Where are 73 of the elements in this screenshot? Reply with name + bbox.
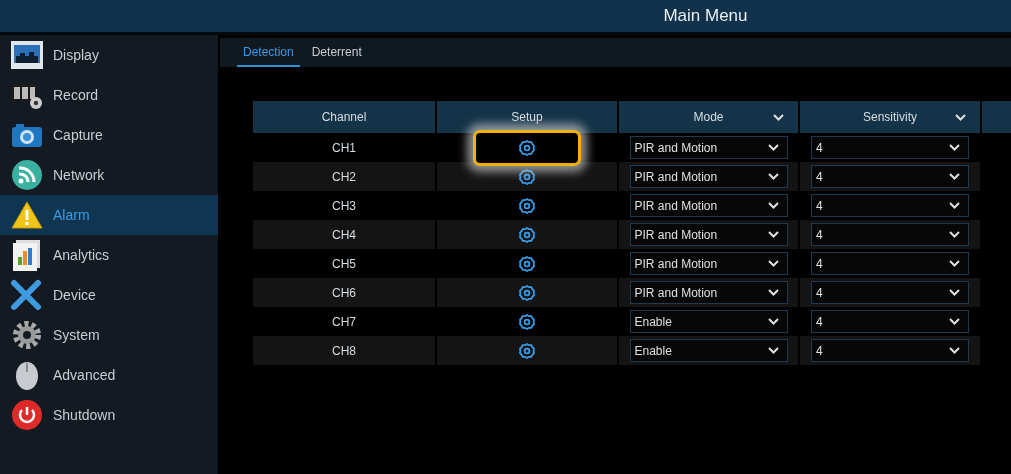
settings-icon[interactable] xyxy=(519,139,535,156)
dropdown-field[interactable]: 4 xyxy=(811,136,969,159)
chevron-icon xyxy=(773,114,784,121)
dropdown-field[interactable]: 4 xyxy=(811,310,969,333)
column-header: Setup xyxy=(437,101,617,133)
sidebar-item[interactable]: Record xyxy=(0,75,218,115)
chevron-icon xyxy=(949,347,960,354)
chevron-icon xyxy=(767,144,779,151)
dropdown-field[interactable]: PIR and Motion xyxy=(629,281,788,304)
chevron-icon xyxy=(767,202,779,209)
sidebar-item[interactable]: Shutdown xyxy=(0,395,218,435)
dropdown-field[interactable]: 4 xyxy=(811,165,969,188)
settings-icon[interactable] xyxy=(519,342,535,359)
power-icon xyxy=(10,399,44,431)
chevron-icon xyxy=(949,144,960,151)
settings-icon[interactable] xyxy=(519,197,535,214)
chevron-icon xyxy=(955,114,966,121)
sidebar-item[interactable]: Capture xyxy=(0,115,218,155)
warning-icon xyxy=(10,200,44,230)
chevron-icon xyxy=(767,231,779,238)
chevron-icon xyxy=(767,318,779,325)
dropdown-field[interactable]: PIR and Motion xyxy=(629,165,788,188)
table-cell-text: CH1 xyxy=(331,139,357,157)
dropdown-field[interactable]: 4 xyxy=(811,223,969,246)
wireless-icon xyxy=(10,159,44,191)
dropdown-field[interactable]: Enable xyxy=(629,339,788,362)
chevron-icon xyxy=(949,289,960,296)
chevron-icon xyxy=(767,173,779,180)
chevron-icon xyxy=(949,231,960,238)
dropdown-field[interactable]: 4 xyxy=(811,339,969,362)
dropdown-field[interactable]: PIR and Motion xyxy=(629,223,788,246)
table-cell: CH6 xyxy=(253,278,435,307)
column-header: Channel xyxy=(253,101,435,133)
dropdown-field[interactable]: 4 xyxy=(811,194,969,217)
tab[interactable]: Detection xyxy=(237,38,300,67)
dropdown-field[interactable]: PIR and Motion xyxy=(629,252,788,275)
table-cell-text: CH5 xyxy=(331,255,357,273)
dropdown-field[interactable]: 4 xyxy=(811,252,969,275)
settings-icon[interactable] xyxy=(519,284,535,301)
sidebar-item[interactable]: Display xyxy=(0,35,218,75)
settings-icon[interactable] xyxy=(519,313,535,330)
table-cell: CH4 xyxy=(253,220,435,249)
display-icon xyxy=(10,40,44,70)
window-title: Main Menu xyxy=(663,6,748,26)
column-header xyxy=(982,101,1011,133)
settings-icon[interactable] xyxy=(519,255,535,272)
sidebar-item[interactable]: System xyxy=(0,315,218,355)
gear-icon xyxy=(10,319,44,351)
chevron-icon xyxy=(949,318,960,325)
dropdown-field[interactable]: Enable xyxy=(629,310,788,333)
sidebar-item[interactable]: Advanced xyxy=(0,355,218,395)
chevron-icon xyxy=(767,347,779,354)
column-header[interactable]: Sensitivity xyxy=(800,101,980,133)
table-cell-text: CH7 xyxy=(331,313,357,331)
table-cell: CH2 xyxy=(253,162,435,191)
sidebar-item[interactable]: Analytics xyxy=(0,235,218,275)
settings-icon[interactable] xyxy=(519,226,535,243)
chevron-icon xyxy=(949,260,960,267)
sidebar-item[interactable]: Device xyxy=(0,275,218,315)
table-cell: CH8 xyxy=(253,336,435,365)
chevron-icon xyxy=(949,202,960,209)
dropdown-field[interactable]: PIR and Motion xyxy=(629,136,788,159)
sidebar-item[interactable]: Alarm xyxy=(0,195,218,235)
dropdown-field[interactable]: 4 xyxy=(811,281,969,304)
sidebar-item[interactable]: Network xyxy=(0,155,218,195)
dropdown-field[interactable]: PIR and Motion xyxy=(629,194,788,217)
table-cell-text: CH3 xyxy=(331,197,357,215)
chevron-icon xyxy=(949,173,960,180)
chevron-icon xyxy=(767,289,779,296)
settings-icon[interactable] xyxy=(519,168,535,185)
chevron-icon xyxy=(767,260,779,267)
column-header[interactable]: Mode xyxy=(619,101,798,133)
tab[interactable]: Deterrent xyxy=(305,38,368,67)
